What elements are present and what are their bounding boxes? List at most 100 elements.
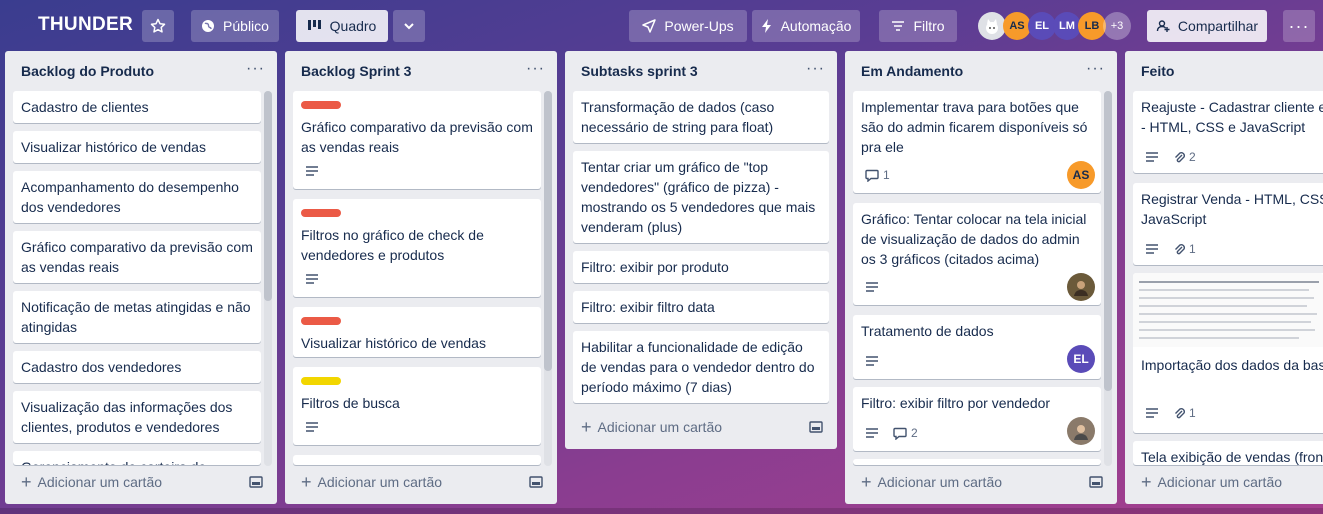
card[interactable]: Tela exibição de vendas (frontend) [1133,441,1323,465]
comments-count: 2 [911,426,918,440]
visibility-button[interactable]: Público [191,10,279,42]
list-title[interactable]: Backlog do Produto [21,63,154,79]
card[interactable]: Registrar Venda - HTML, CSS e JavaScript… [1133,183,1323,265]
card[interactable] [293,455,541,465]
card[interactable]: Gráfico: Tentar colocar na tela inicial … [853,203,1101,305]
person-photo-icon [1074,281,1088,296]
more-icon: ··· [806,60,825,77]
scrollbar-thumb[interactable] [264,91,272,301]
add-card-button[interactable]: + Adicionar um cartão [21,473,162,491]
card[interactable]: Filtros no gráfico de check de vendedore… [293,199,541,297]
add-card-button[interactable]: + Adicionar um cartão [1141,473,1282,491]
card[interactable]: Transformação de dados (caso necessário … [573,91,829,143]
list-scrollbar[interactable] [264,91,272,466]
card[interactable]: Gerenciamento de carteira de clientes [13,451,261,465]
extra-members-count[interactable]: +3 [1103,12,1131,40]
add-card-button[interactable]: + Adicionar um cartão [861,473,1003,491]
add-card-label: Adicionar um cartão [877,474,1003,490]
view-switch-button[interactable]: Quadro [296,10,388,42]
board-header: THUNDER Público Quadro Power-Ups Automaç… [0,0,1323,50]
add-card-button[interactable]: + Adicionar um cartão [581,418,722,436]
card[interactable]: Habilitar a funcionalidade de edição de … [573,331,829,403]
view-dropdown-button[interactable] [393,10,425,42]
powerups-button[interactable]: Power-Ups [629,10,747,42]
card-title: Notificação de metas atingidas e não ati… [21,299,251,335]
card[interactable]: Notificação de metas atingidas e não ati… [13,291,261,343]
member-avatar[interactable]: LM [1053,12,1081,40]
card[interactable]: Reajuste - Cadastrar cliente e vendedor … [1133,91,1323,173]
list-scrollbar[interactable] [1104,91,1112,466]
list-menu-button[interactable]: ··· [1086,60,1105,78]
paperclip-icon [1175,152,1185,163]
list-scrollbar[interactable] [544,91,552,466]
member-avatar[interactable]: AS [1003,12,1031,40]
scrollbar-thumb[interactable] [1104,91,1112,391]
card-label-yellow[interactable] [301,377,341,385]
template-icon [809,421,823,433]
member-avatar[interactable]: LB [1078,12,1106,40]
card[interactable]: Visualizar histórico de vendas [293,307,541,357]
scrollbar-thumb[interactable] [544,91,552,371]
more-icon: ··· [1086,60,1105,77]
member-avatar[interactable]: EL [1028,12,1056,40]
card[interactable]: Filtros de busca [293,367,541,445]
member-avatar-photo[interactable] [978,12,1006,40]
card[interactable] [853,459,1101,465]
list-backlog-sprint-3: Backlog Sprint 3 ··· Gráfico comparativo… [285,51,557,504]
automation-button[interactable]: Automação [752,10,860,42]
card[interactable]: Importação dos dados da base pgadmin 1 [1133,273,1323,433]
description-icon [306,422,318,432]
card[interactable]: Tentar criar um gráfico de "top vendedor… [573,151,829,243]
card-template-button[interactable] [249,475,263,493]
card-member-avatar-photo[interactable] [1067,273,1095,301]
card[interactable]: Visualizar histórico de vendas [13,131,261,163]
list-menu-button[interactable]: ··· [526,60,545,78]
card-label-red[interactable] [301,317,341,325]
more-icon: ··· [526,60,545,77]
star-button[interactable] [142,10,174,42]
comment-icon [893,427,907,440]
card-template-button[interactable] [1089,475,1103,493]
card[interactable]: Cadastro de clientes [13,91,261,123]
card-badges [305,273,319,285]
list-title[interactable]: Em Andamento [861,63,963,79]
card-template-button[interactable] [809,420,823,438]
card-title: Transformação de dados (caso necessário … [581,99,775,135]
card-title: Registrar Venda - HTML, CSS e JavaScript [1141,191,1323,227]
card-title: Tela exibição de vendas (frontend) [1141,449,1323,465]
card[interactable]: Filtro: exibir filtro data [573,291,829,323]
card-member-avatar[interactable]: EL [1067,345,1095,373]
globe-icon [202,20,215,32]
list-title[interactable]: Subtasks sprint 3 [581,63,698,79]
card[interactable]: Cadastro dos vendedores [13,351,261,383]
card[interactable]: Filtro: exibir por produto [573,251,829,283]
share-button[interactable]: Compartilhar [1147,10,1267,42]
board-menu-button[interactable]: ··· [1283,10,1315,42]
list-menu-button[interactable]: ··· [246,60,265,78]
board-title[interactable]: THUNDER [38,14,133,36]
card[interactable]: Gráfico comparativo da previsão com as v… [13,231,261,283]
card-member-avatar[interactable]: AS [1067,161,1095,189]
description-icon [866,356,878,366]
comment-icon [865,169,879,182]
card-member-avatar-photo[interactable] [1067,417,1095,445]
card[interactable]: Gráfico comparativo da previsão com as v… [293,91,541,189]
board-horizontal-scrollbar[interactable] [0,508,1323,514]
star-icon [150,18,166,33]
card[interactable]: Implementar trava para botões que são do… [853,91,1101,193]
card[interactable]: Tratamento de dados EL [853,315,1101,379]
list-title[interactable]: Backlog Sprint 3 [301,63,411,79]
paperclip-icon [1175,408,1185,419]
card[interactable]: Visualização das informações dos cliente… [13,391,261,443]
attachments-count: 2 [1189,150,1196,164]
card-label-red[interactable] [301,101,341,109]
list-feito: Feito Reajuste - Cadastrar cliente e ven… [1125,51,1323,504]
card-template-button[interactable] [529,475,543,493]
list-title[interactable]: Feito [1141,63,1174,79]
add-card-button[interactable]: + Adicionar um cartão [301,473,442,491]
card[interactable]: Filtro: exibir filtro por vendedor 2 [853,387,1101,451]
filter-button[interactable]: Filtro [879,10,957,42]
card[interactable]: Acompanhamento do desempenho dos vendedo… [13,171,261,223]
list-menu-button[interactable]: ··· [806,60,825,78]
card-label-red[interactable] [301,209,341,217]
